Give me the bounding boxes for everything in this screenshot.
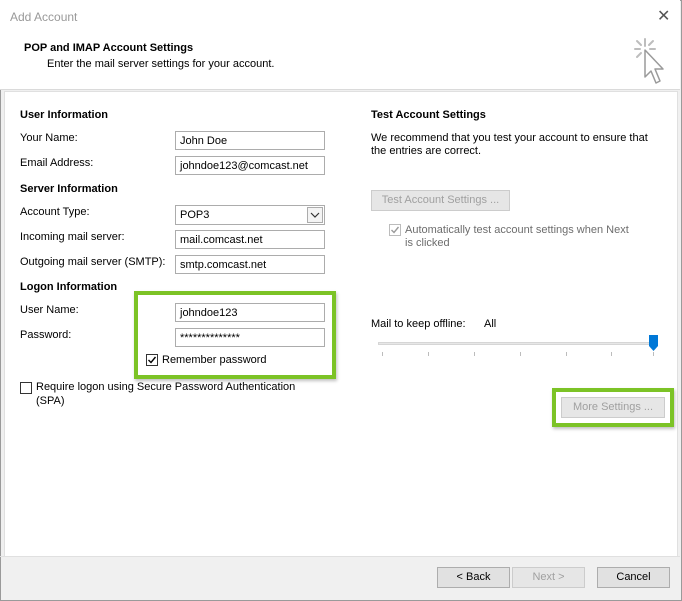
password-label: Password: (20, 329, 72, 341)
page-title: POP and IMAP Account Settings (24, 42, 194, 54)
cancel-button[interactable]: Cancel (597, 567, 670, 588)
outgoing-server-label: Outgoing mail server (SMTP): (20, 256, 166, 268)
cursor-click-icon (632, 37, 668, 87)
spa-checkbox[interactable] (20, 382, 32, 394)
outgoing-server-field[interactable]: smtp.comcast.net (175, 255, 325, 274)
slider-tick (474, 352, 475, 356)
mail-offline-value: All (484, 318, 497, 330)
close-icon[interactable]: ✕ (657, 6, 670, 25)
your-name-label: Your Name: (20, 132, 78, 144)
settings-panel (4, 91, 678, 557)
test-description-line1: We recommend that you test your account … (371, 132, 648, 144)
title-bar (0, 0, 680, 31)
spa-label-line1: Require logon using Secure Password Auth… (36, 381, 296, 393)
slider-tick (653, 352, 654, 356)
account-type-value: POP3 (180, 209, 210, 221)
account-type-select[interactable]: POP3 (175, 205, 325, 225)
mail-offline-slider-track[interactable] (378, 342, 656, 345)
spa-label-line2: (SPA) (36, 395, 65, 407)
slider-tick (382, 352, 383, 356)
test-account-settings-button[interactable]: Test Account Settings ... (371, 190, 510, 211)
email-address-field[interactable]: johndoe123@comcast.net (175, 156, 325, 175)
auto-test-checkbox[interactable] (389, 224, 401, 236)
user-info-heading: User Information (20, 109, 109, 121)
page-subtitle: Enter the mail server settings for your … (47, 58, 275, 70)
slider-tick (611, 352, 612, 356)
slider-tick (566, 352, 567, 356)
incoming-server-field[interactable]: mail.comcast.net (175, 230, 325, 249)
auto-test-label-line1: Automatically test account settings when… (405, 224, 629, 236)
slider-tick (520, 352, 521, 356)
back-button[interactable]: < Back (437, 567, 510, 588)
user-name-label: User Name: (20, 304, 79, 316)
window-title: Add Account (10, 10, 78, 24)
logon-highlight-box (134, 291, 336, 379)
chevron-down-icon[interactable] (307, 207, 323, 223)
logon-info-heading: Logon Information (20, 281, 118, 293)
next-button[interactable]: Next > (512, 567, 585, 588)
mail-offline-label: Mail to keep offline: (371, 318, 466, 330)
incoming-server-label: Incoming mail server: (20, 231, 125, 243)
email-address-label: Email Address: (20, 157, 94, 169)
test-description-line2: the entries are correct. (371, 145, 482, 157)
footer-divider (0, 556, 680, 557)
more-settings-highlight-box (552, 388, 674, 427)
slider-tick (428, 352, 429, 356)
account-type-label: Account Type: (20, 206, 90, 218)
your-name-field[interactable]: John Doe (175, 131, 325, 150)
test-settings-heading: Test Account Settings (371, 109, 486, 121)
auto-test-label-line2: is clicked (405, 237, 450, 249)
mail-offline-slider-thumb[interactable] (649, 335, 658, 351)
server-info-heading: Server Information (20, 183, 118, 195)
